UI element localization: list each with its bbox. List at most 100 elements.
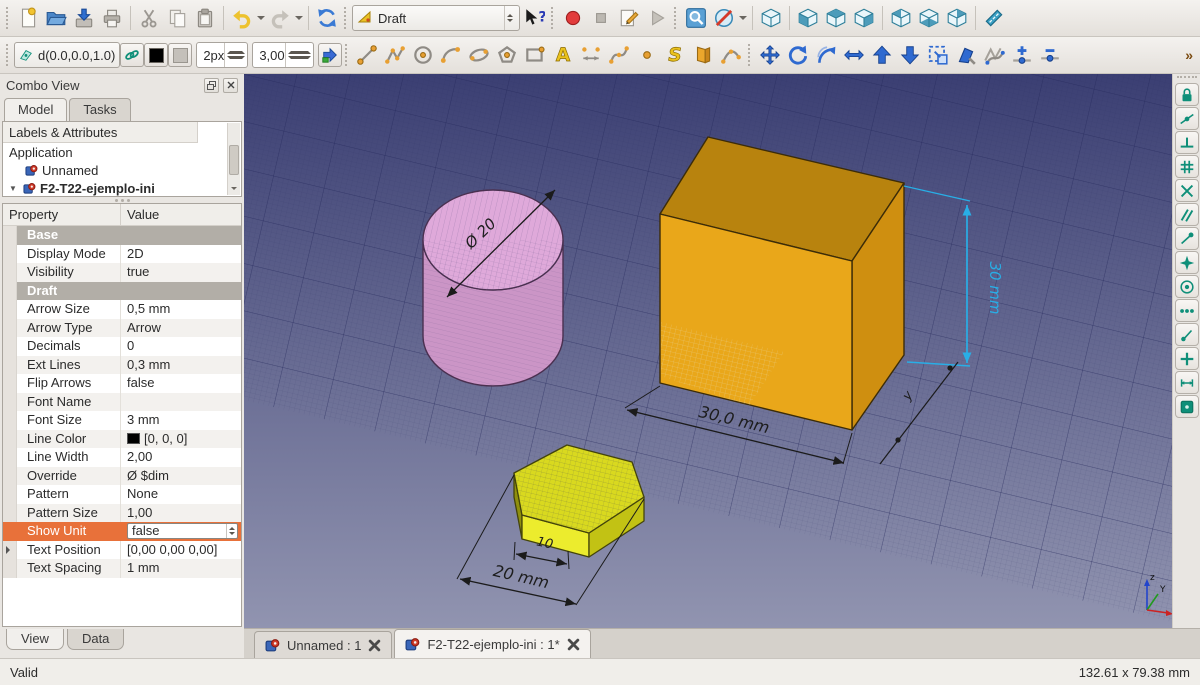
copy-button[interactable] [163, 4, 191, 32]
toolbar-grip[interactable] [748, 44, 751, 66]
save-button[interactable] [70, 4, 98, 32]
workbench-selector-spin[interactable] [504, 6, 515, 30]
draft-trimex-button[interactable] [840, 41, 868, 69]
draft-ellipse-button[interactable] [465, 41, 493, 69]
macro-edit-button[interactable] [615, 4, 643, 32]
property-group-base[interactable]: Base [3, 226, 241, 245]
line-width-spin-arrows[interactable] [224, 43, 247, 67]
line-width-spinbox[interactable]: 2px [196, 42, 249, 68]
snap-extension-button[interactable] [1174, 347, 1199, 370]
snap-endpoint-button[interactable] [1174, 227, 1199, 250]
property-row-show-unit[interactable]: Show Unit false [3, 522, 241, 541]
whats-this-button[interactable]: ? [520, 4, 548, 32]
view-left-button[interactable] [943, 4, 971, 32]
expander-icon[interactable]: ▼ [9, 184, 19, 193]
property-row[interactable]: Arrow Type Arrow [3, 318, 241, 337]
panel-close-button[interactable] [223, 77, 238, 93]
snap-grid-button[interactable] [1174, 155, 1199, 178]
redo-dropdown-caret[interactable] [294, 4, 304, 32]
font-size-spinbox[interactable]: 3,00 [252, 42, 315, 68]
tree-item-unnamed[interactable]: Unnamed [3, 161, 241, 179]
property-column-header[interactable]: Property [3, 204, 121, 225]
snap-dimensions-button[interactable] [1174, 371, 1199, 394]
close-tab-icon[interactable] [567, 638, 580, 651]
snap-working-plane-button[interactable] [1174, 395, 1199, 418]
tab-view[interactable]: View [6, 629, 64, 650]
draft-upgrade-button[interactable] [868, 41, 896, 69]
3d-viewport[interactable]: Ø 20 30 mm 30,0 mm y 10 20 mm z Y [244, 74, 1172, 628]
workbench-selector[interactable]: Draft [352, 5, 520, 31]
new-file-button[interactable] [14, 4, 42, 32]
fit-all-button[interactable] [682, 4, 710, 32]
property-row[interactable]: Line Width 2,00 [3, 448, 241, 467]
print-button[interactable] [98, 4, 126, 32]
draft-shapestring-button[interactable]: S [661, 41, 689, 69]
tree-item-document[interactable]: ▼ F2-T22-ejemplo-ini [3, 179, 241, 196]
document-tab-active[interactable]: F2-T22-ejemplo-ini : 1* [394, 629, 591, 658]
property-row[interactable]: Text Spacing 1 mm [3, 559, 241, 578]
toolbar-overflow-chevron[interactable]: » [1185, 47, 1197, 63]
box-object[interactable] [659, 136, 905, 431]
scrollbar-down-arrow[interactable] [229, 182, 239, 194]
draft-text-button[interactable]: A [549, 41, 577, 69]
refresh-button[interactable] [313, 4, 341, 32]
draw-style-dropdown-caret[interactable] [738, 4, 748, 32]
toolbar-grip[interactable] [674, 7, 677, 29]
draft-dimension-button[interactable] [577, 41, 605, 69]
draft-rectangle-button[interactable] [521, 41, 549, 69]
draft-delete-point-button[interactable] [1036, 41, 1064, 69]
snap-intersection-button[interactable] [1174, 179, 1199, 202]
property-row[interactable]: Flip Arrows false [3, 374, 241, 393]
property-row[interactable]: Arrow Size 0,5 mm [3, 300, 241, 319]
property-row[interactable]: Decimals 0 [3, 337, 241, 356]
tab-model[interactable]: Model [4, 98, 68, 121]
show-unit-spin-arrows[interactable] [226, 524, 237, 539]
tab-tasks[interactable]: Tasks [69, 98, 131, 121]
property-row[interactable]: Visibility true [3, 263, 241, 282]
document-tab-unnamed[interactable]: Unnamed : 1 [254, 631, 393, 658]
working-plane-button[interactable]: d(0.0,0.0,1.0) [14, 42, 121, 68]
property-row[interactable]: Override Ø $dim [3, 466, 241, 485]
redo-button[interactable] [266, 4, 294, 32]
draft-facebinder-button[interactable] [689, 41, 717, 69]
close-tab-icon[interactable] [368, 639, 381, 652]
draft-arc-button[interactable] [437, 41, 465, 69]
value-column-header[interactable]: Value [121, 204, 241, 225]
snap-midpoint-button[interactable] [1174, 107, 1199, 130]
snap-ortho-button[interactable] [1174, 323, 1199, 346]
show-unit-combo[interactable]: false [127, 523, 238, 540]
draft-wire-to-bspline-button[interactable] [980, 41, 1008, 69]
view-bottom-button[interactable] [915, 4, 943, 32]
draft-downgrade-button[interactable] [896, 41, 924, 69]
expand-arrow-icon[interactable] [6, 545, 14, 554]
toolbar-grip[interactable] [6, 7, 9, 29]
property-group-draft[interactable]: Draft [3, 281, 241, 300]
view-rear-button[interactable] [887, 4, 915, 32]
scrollbar-thumb[interactable] [229, 145, 239, 175]
draft-line-button[interactable] [353, 41, 381, 69]
draft-add-point-button[interactable] [1008, 41, 1036, 69]
snap-near-button[interactable] [1174, 299, 1199, 322]
toolbar-grip[interactable] [1176, 76, 1197, 80]
view-top-button[interactable] [822, 4, 850, 32]
snap-lock-button[interactable] [1174, 83, 1199, 106]
draft-bspline-button[interactable] [605, 41, 633, 69]
font-size-spin-arrows[interactable] [284, 43, 314, 67]
paste-button[interactable] [191, 4, 219, 32]
toolbar-grip[interactable] [345, 44, 348, 66]
snap-center-button[interactable] [1174, 275, 1199, 298]
cylinder-object[interactable] [422, 189, 564, 387]
toolbar-grip[interactable] [551, 7, 554, 29]
property-row[interactable]: Ext Lines 0,3 mm [3, 355, 241, 374]
property-row[interactable]: Font Name [3, 392, 241, 411]
toolbar-grip[interactable] [344, 7, 347, 29]
draft-circle-button[interactable] [409, 41, 437, 69]
property-row[interactable]: Pattern Size 1,00 [3, 503, 241, 522]
macro-record-button[interactable] [559, 4, 587, 32]
macro-stop-button[interactable] [587, 4, 615, 32]
view-right-button[interactable] [850, 4, 878, 32]
measure-distance-button[interactable] [980, 4, 1008, 32]
draft-offset-button[interactable] [812, 41, 840, 69]
macro-play-button[interactable] [643, 4, 671, 32]
draft-move-button[interactable] [756, 41, 784, 69]
